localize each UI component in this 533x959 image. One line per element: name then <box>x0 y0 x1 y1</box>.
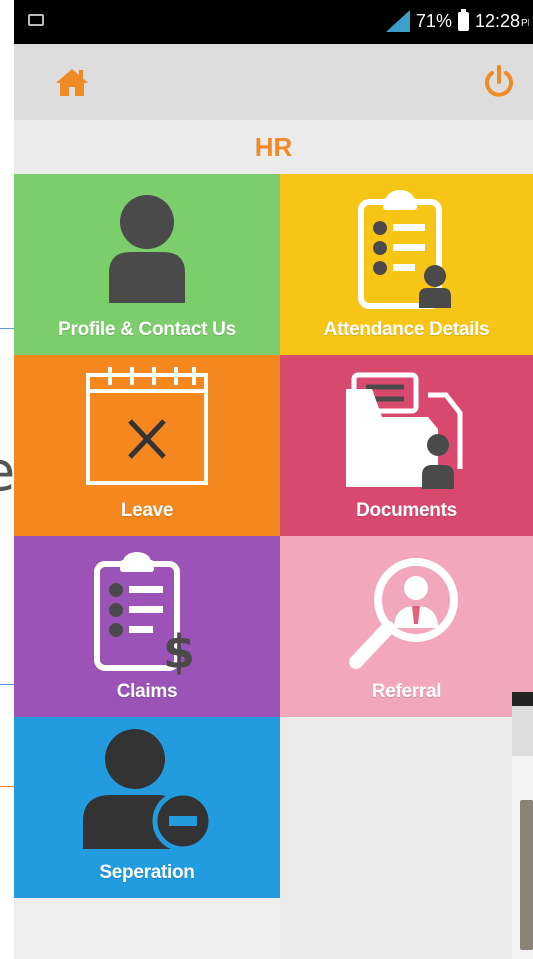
tile-claims[interactable]: $ Claims <box>14 536 280 717</box>
tile-label: Seperation <box>99 862 195 883</box>
overlapping-screenshot-thumbnail <box>512 692 533 959</box>
tile-referral[interactable]: Referral <box>280 536 533 717</box>
page-title: HR <box>254 131 293 162</box>
svg-text:$: $ <box>163 625 195 675</box>
tile-label: Attendance Details <box>323 319 490 340</box>
thumbnail-status-bar <box>512 692 533 706</box>
tile-label: Claims <box>116 681 178 702</box>
calendar-cross-icon <box>86 367 208 485</box>
folder-user-icon <box>345 372 462 489</box>
home-icon <box>56 69 88 96</box>
user-minus-icon <box>83 729 214 852</box>
person-icon <box>109 195 185 303</box>
status-bar: 71% 12:28 PM <box>14 0 533 44</box>
clock-suffix: PM <box>521 17 529 29</box>
tile-seperation[interactable]: Seperation <box>14 717 280 898</box>
title-bar: HR <box>14 120 533 174</box>
tile-label: Leave <box>120 500 174 521</box>
thumbnail-header <box>512 706 533 756</box>
screenshot-icon <box>28 14 44 26</box>
clipboard-checklist-user-icon <box>357 190 451 309</box>
tile-label: Documents <box>356 500 457 521</box>
app-bar <box>14 44 533 120</box>
clipboard-dollar-icon: $ <box>94 552 195 675</box>
empty-grid-cell <box>280 717 533 959</box>
power-icon <box>485 65 513 97</box>
status-right-group: 71% 12:28 PM <box>385 8 529 32</box>
tile-leave[interactable]: Leave <box>14 355 280 536</box>
tile-documents[interactable]: Documents <box>280 355 533 536</box>
tile-attendance-details[interactable]: Attendance Details <box>280 174 533 355</box>
logout-button[interactable] <box>479 62 519 102</box>
signal-icon <box>385 10 410 32</box>
battery-icon <box>457 8 469 31</box>
home-button[interactable] <box>52 62 92 102</box>
tile-profile-contact[interactable]: Profile & Contact Us <box>14 174 280 355</box>
magnifier-person-icon <box>348 558 458 669</box>
battery-percent: 71% <box>415 10 452 31</box>
tile-label: Referral <box>371 681 442 702</box>
clock: 12:28 <box>474 10 520 31</box>
thumbnail-photo <box>520 800 533 950</box>
phone-screen: 71% 12:28 PM HR <box>14 0 533 959</box>
tile-label: Profile & Contact Us <box>58 319 236 340</box>
